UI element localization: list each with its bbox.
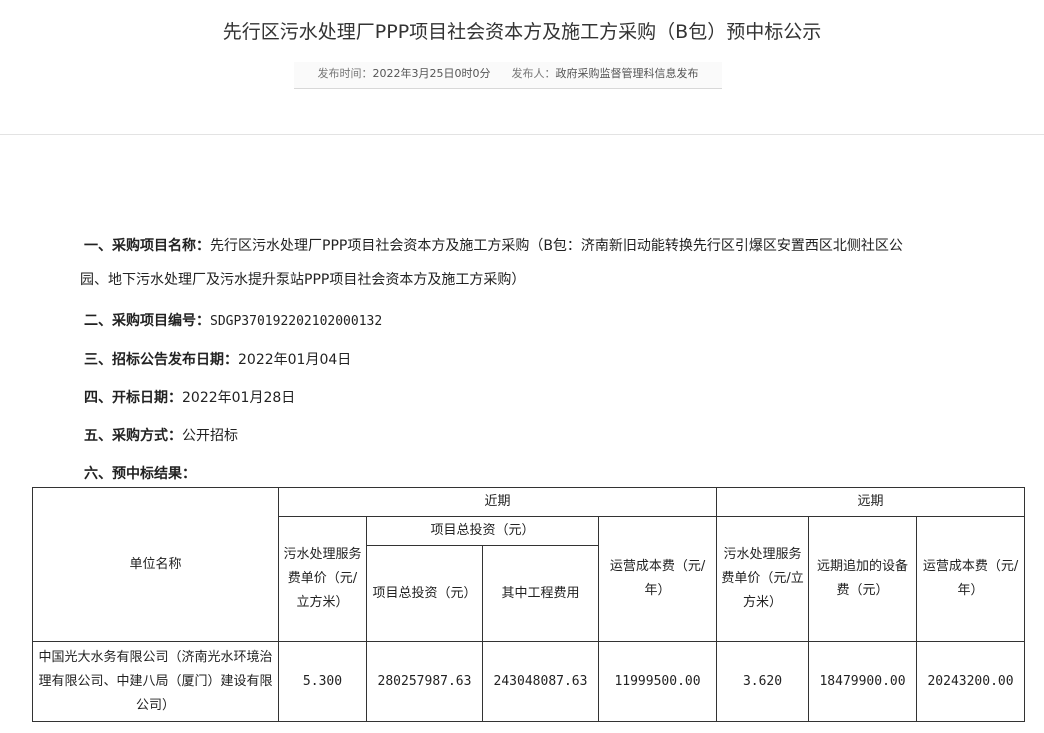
publish-meta: 发布时间：2022年3月25日0时0分 发布人：政府采购监督管理科信息发布 <box>294 62 722 89</box>
cell-invest-engineering: 243048087.63 <box>482 641 599 722</box>
cell-near-op-cost: 11999500.00 <box>597 641 718 722</box>
project-name-line-2: 园、地下污水处理厂及污水提升泵站PPP项目社会资本方及施工方采购） <box>80 270 525 290</box>
result-heading-line: 六、预中标结果： <box>84 464 196 484</box>
header-near-op-cost: 运营成本费（元/年） <box>597 516 718 642</box>
header-group-far: 远期 <box>716 487 1026 517</box>
header-unit-name: 单位名称 <box>32 487 279 642</box>
result-heading-label: 六、预中标结果： <box>84 466 196 482</box>
table-row: 中国光大水务有限公司（济南光水环境治理有限公司、中建八局（厦门）建设有限公司） … <box>32 641 1026 722</box>
page-title: 先行区污水处理厂PPP项目社会资本方及施工方采购（B包）预中标公示 <box>222 21 822 43</box>
project-name-line: 一、采购项目名称：先行区污水处理厂PPP项目社会资本方及施工方采购（B包：济南新… <box>84 236 903 256</box>
project-name-value: 先行区污水处理厂PPP项目社会资本方及施工方采购（B包：济南新旧动能转换先行区引… <box>210 238 903 254</box>
announce-date-line: 三、招标公告发布日期：2022年01月04日 <box>84 350 351 370</box>
publish-time-label: 发布时间： <box>317 67 373 80</box>
page-header: 先行区污水处理厂PPP项目社会资本方及施工方采购（B包）预中标公示 发布时间：2… <box>0 0 1044 135</box>
cell-far-equipment: 18479900.00 <box>808 641 918 722</box>
cell-invest-total: 280257987.63 <box>366 641 483 722</box>
procurement-method-label: 五、采购方式： <box>84 428 182 444</box>
header-far-equipment: 远期追加的设备费（元） <box>808 516 918 642</box>
header-far-op-cost: 运营成本费（元/年） <box>916 516 1026 642</box>
project-number-value: SDGP370192202102000132 <box>210 314 383 329</box>
cell-unit: 中国光大水务有限公司（济南光水环境治理有限公司、中建八局（厦门）建设有限公司） <box>32 641 279 722</box>
project-name-value-cont: 园、地下污水处理厂及污水提升泵站PPP项目社会资本方及施工方采购） <box>80 272 526 288</box>
publisher: 政府采购监督管理科信息发布 <box>555 67 699 80</box>
project-name-label: 一、采购项目名称： <box>84 238 210 254</box>
cell-near-fee: 5.300 <box>278 641 367 722</box>
procurement-method-value: 公开招标 <box>182 428 238 444</box>
open-date-label: 四、开标日期： <box>84 390 182 406</box>
open-date-line: 四、开标日期：2022年01月28日 <box>84 388 295 408</box>
cell-far-op-cost: 20243200.00 <box>916 641 1026 722</box>
result-table: 单位名称 近期 远期 污水处理服务费单价（元/立方米） 项目总投资（元） 运营成… <box>32 487 1026 722</box>
announce-date-value: 2022年01月04日 <box>238 352 352 368</box>
header-near-fee: 污水处理服务费单价（元/立方米） <box>278 516 367 642</box>
header-far-fee: 污水处理服务费单价（元/立方米） <box>716 516 810 642</box>
publisher-label: 发布人： <box>511 67 556 80</box>
announce-date-label: 三、招标公告发布日期： <box>84 352 238 368</box>
header-invest-total: 项目总投资（元） <box>366 545 483 642</box>
project-number-label: 二、采购项目编号： <box>84 313 210 329</box>
cell-far-fee: 3.620 <box>716 641 810 722</box>
header-invest-group: 项目总投资（元） <box>366 516 599 546</box>
publish-time: 2022年3月25日0时0分 <box>372 67 491 80</box>
header-group-near: 近期 <box>277 487 718 517</box>
header-invest-engineering: 其中工程费用 <box>482 545 599 642</box>
procurement-method-line: 五、采购方式：公开招标 <box>84 426 238 446</box>
open-date-value: 2022年01月28日 <box>182 390 296 406</box>
project-number-line: 二、采购项目编号：SDGP370192202102000132 <box>84 311 382 332</box>
